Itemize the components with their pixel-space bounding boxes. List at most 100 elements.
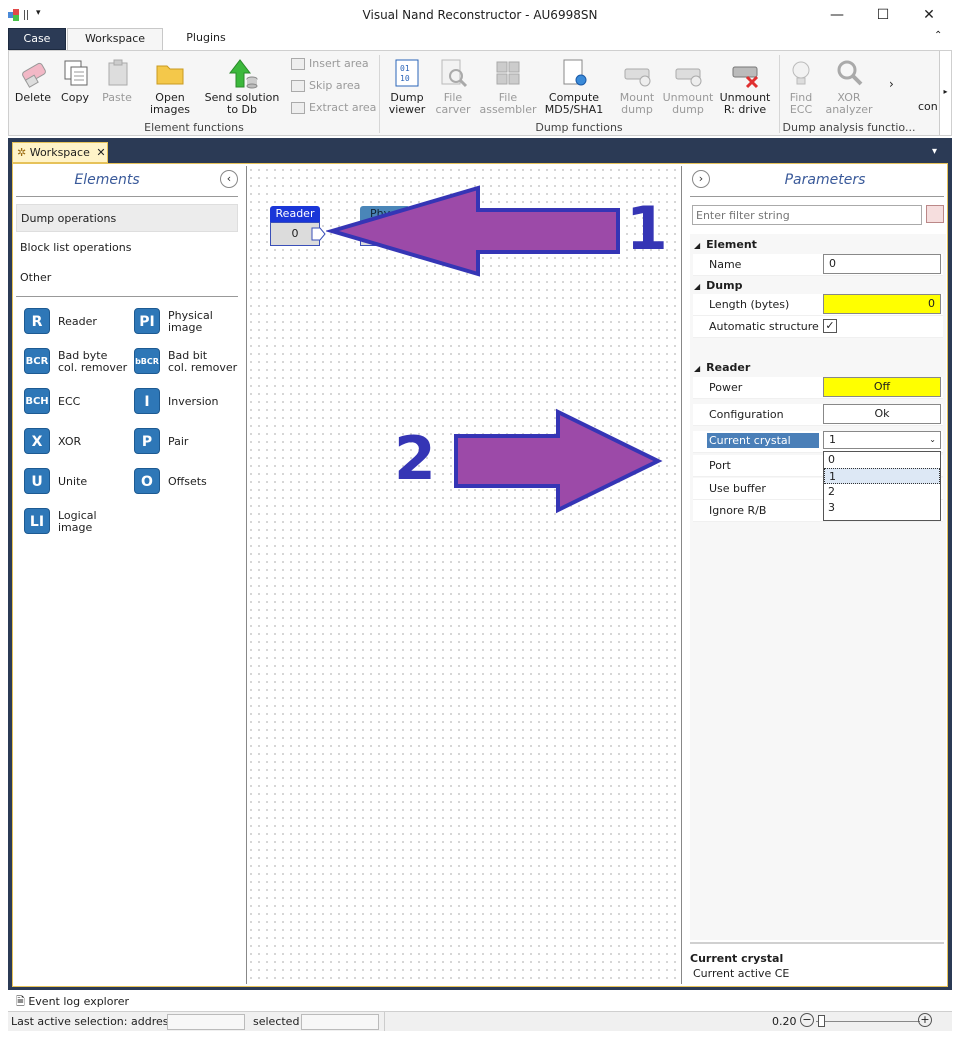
filter-input[interactable] [692,205,922,225]
group-label-element-functions: Element functions [144,121,244,134]
element-xor[interactable]: X XOR [24,426,134,458]
extract-area-button[interactable]: Extract area [291,99,376,117]
compute-hash-button[interactable]: Compute MD5/SHA1 [543,57,605,116]
param-label: Power [709,381,743,394]
collapse-left-icon[interactable]: ‹ [220,170,238,188]
crystal-option[interactable]: 3 [824,500,940,516]
maximize-button[interactable]: ☐ [860,4,906,26]
element-label: Unite [58,475,88,488]
clipboard-icon [101,57,133,89]
skip-area-button[interactable]: Skip area [291,77,360,95]
element-reader[interactable]: R Reader [24,306,134,338]
file-carver-button[interactable]: File carver [431,57,475,116]
element-label: Bad bit col. remover [168,349,238,374]
length-field[interactable]: 0 [823,294,941,314]
element-physical-image[interactable]: PI Physical image [134,306,244,338]
configuration-field[interactable]: Ok [823,404,941,424]
tab-plugins[interactable]: Plugins [168,28,244,50]
copy-button[interactable]: Copy [55,57,95,104]
con-label[interactable]: con [918,100,938,113]
zoom-slider-thumb[interactable] [818,1015,825,1027]
param-label: Configuration [709,408,784,421]
paste-button[interactable]: Paste [97,57,137,104]
selected-box [301,1014,379,1030]
element-label: Offsets [168,475,207,488]
delete-label: Delete [14,91,52,104]
insert-area-label: Insert area [309,57,369,70]
element-unite[interactable]: U Unite [24,466,134,498]
parameters-panel-title: Parameters [784,172,866,188]
upload-database-icon [226,57,258,89]
category-dump-operations[interactable]: Dump operations [16,204,238,232]
zoom-slider-track[interactable] [816,1021,920,1022]
send-solution-label-2: to Db [227,103,257,116]
description-text: Current active CE [693,967,790,980]
current-crystal-select[interactable]: 1 ⌄ [823,431,941,449]
ribbon-tab-row: Case Workspace Plugins ⌃ [8,28,952,51]
clear-filter-icon[interactable] [926,205,944,223]
zoom-in-icon[interactable]: + [918,1013,932,1027]
tab-workspace-document[interactable]: ✲ Workspace ✕ [12,142,108,163]
unmount-dump-button[interactable]: Unmount dump [661,57,715,116]
element-pair[interactable]: P Pair [134,426,244,458]
element-ecc[interactable]: BCH ECC [24,386,134,418]
section-dump[interactable]: ◢ Dump [694,279,742,292]
category-other[interactable]: Other [16,264,238,292]
collapse-ribbon-icon[interactable]: ⌃ [934,30,942,41]
file-assembler-button[interactable]: File assembler [479,57,537,116]
element-label: Reader [58,315,97,328]
param-row-current-crystal: Current crystal 1 ⌄ [693,431,943,453]
power-field[interactable]: Off [823,377,941,397]
name-field[interactable]: 0 [823,254,941,274]
crystal-option-selected[interactable]: 1 [824,468,940,484]
mount-dump-button[interactable]: Mount dump [615,57,659,116]
chevron-down-icon[interactable]: ⌄ [929,432,936,448]
zoom-out-icon[interactable]: − [800,1013,814,1027]
dump-viewer-button[interactable]: 01 10 Dump viewer [385,57,429,116]
ribbon-overflow-button[interactable]: ▸ [939,51,951,135]
extract-area-icon [291,102,305,114]
minimize-button[interactable]: — [814,4,860,26]
close-tab-icon[interactable]: ✕ [96,146,105,159]
paste-label: Paste [102,91,132,104]
element-offsets[interactable]: O Offsets [134,466,244,498]
element-bad-byte-col-remover[interactable]: BCR Bad byte col. remover [24,346,134,378]
workspace-canvas[interactable] [246,166,682,984]
tab-workspace[interactable]: Workspace [67,28,163,51]
event-log-tab[interactable]: 🗎 Event log explorer [12,993,132,1011]
crystal-value: 1 [829,433,836,446]
delete-button[interactable]: Delete [13,57,53,104]
address-box [167,1014,245,1030]
copy-icon [59,57,91,89]
ribbon-scroll-right-icon[interactable]: › [889,77,894,91]
xor-analyzer-button[interactable]: XOR analyzer [823,57,875,116]
compute-label-2: MD5/SHA1 [544,103,604,116]
tab-case[interactable]: Case [8,28,66,50]
element-logical-image[interactable]: LI Logical image [24,506,134,538]
document-menu-icon[interactable]: ▾ [932,146,937,157]
open-images-label-2: images [150,103,190,116]
element-inversion[interactable]: I Inversion [134,386,244,418]
bad-bit-icon: bBCR [134,348,160,374]
group-label-dump-analysis: Dump analysis functio... [782,121,916,134]
last-active-label: Last active selection: address [11,1015,175,1028]
open-images-button[interactable]: Open images [147,57,193,116]
crystal-option[interactable]: 0 [824,452,940,468]
element-bad-bit-col-remover[interactable]: bBCR Bad bit col. remover [134,346,244,378]
param-label: Automatic structure [709,320,819,333]
element-label: XOR [58,435,82,448]
crystal-option[interactable]: 2 [824,484,940,500]
output-port-icon[interactable] [311,226,327,242]
find-ecc-button[interactable]: Find ECC [783,57,819,116]
insert-area-button[interactable]: Insert area [291,55,369,73]
unmount-r-drive-button[interactable]: Unmount R: drive [717,57,773,116]
category-block-list-operations[interactable]: Block list operations [16,234,238,262]
param-row-automatic-structure: Automatic structure ✓ [693,316,943,338]
param-label: Name [709,258,742,271]
section-reader[interactable]: ◢ Reader [694,361,750,374]
send-solution-button[interactable]: Send solution to Db [203,57,281,116]
automatic-structure-checkbox[interactable]: ✓ [823,319,837,333]
section-element[interactable]: ◢ Element [694,238,757,251]
close-button[interactable]: ✕ [906,4,952,26]
extract-area-label: Extract area [309,101,377,114]
